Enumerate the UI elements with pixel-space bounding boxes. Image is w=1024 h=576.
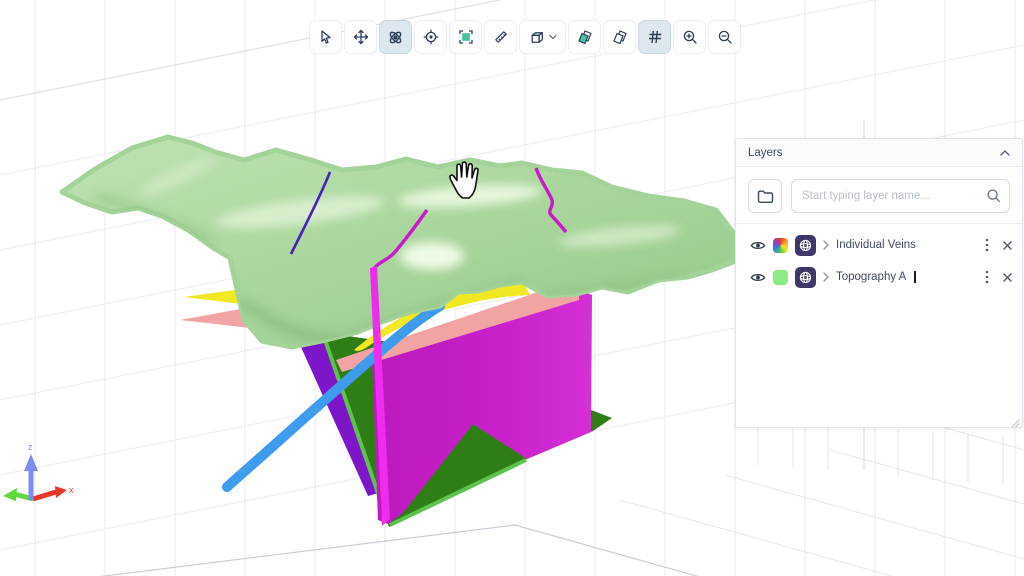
z-axis-arrow bbox=[24, 454, 38, 471]
orbit-tool-button[interactable] bbox=[379, 20, 412, 54]
extent-tool-button[interactable] bbox=[449, 20, 482, 54]
layers-search-row bbox=[736, 167, 1022, 224]
layer-name-label[interactable]: Individual Veins bbox=[836, 239, 916, 251]
layer-color-swatch-green[interactable] bbox=[773, 270, 788, 285]
layers-panel-header: Layers bbox=[736, 139, 1022, 167]
zoom-in-tool-button[interactable] bbox=[673, 20, 706, 54]
measure-tool-button[interactable] bbox=[484, 20, 517, 54]
panel-collapse-button[interactable] bbox=[1000, 150, 1010, 156]
layer-name-label-editing[interactable]: Topography A bbox=[836, 271, 906, 283]
viewport-toolbar bbox=[309, 20, 741, 54]
layer-row-topography[interactable]: Topography A bbox=[736, 261, 1022, 293]
axis-triad: z x bbox=[3, 442, 74, 501]
extent-box-icon bbox=[458, 29, 474, 45]
grid-icon bbox=[647, 29, 663, 45]
focus-tool-button[interactable] bbox=[414, 20, 447, 54]
layer-menu-kebab-icon[interactable] bbox=[985, 270, 989, 284]
orbit-icon bbox=[387, 29, 404, 46]
select-cursor-icon bbox=[318, 29, 334, 45]
grid-tool-button[interactable] bbox=[638, 20, 671, 54]
view-cube-tool-button[interactable] bbox=[519, 20, 566, 54]
select-tool-button[interactable] bbox=[309, 20, 342, 54]
layers-panel: Layers bbox=[735, 138, 1023, 428]
panel-resize-handle[interactable] bbox=[1010, 415, 1020, 425]
layer-row-individual-veins[interactable]: Individual Veins bbox=[736, 229, 1022, 261]
search-icon bbox=[986, 188, 1001, 203]
remove-layer-x-icon[interactable] bbox=[1003, 273, 1012, 282]
expand-chevron-icon[interactable] bbox=[823, 240, 829, 250]
y-axis-arrow bbox=[3, 488, 17, 501]
visibility-eye-icon[interactable] bbox=[750, 272, 766, 283]
z-axis-label: z bbox=[28, 442, 33, 452]
geology-model bbox=[62, 137, 735, 527]
focus-target-icon bbox=[423, 29, 439, 45]
slice-tool-button[interactable] bbox=[568, 20, 601, 54]
ruler-icon bbox=[493, 29, 509, 45]
zoom-out-tool-button[interactable] bbox=[708, 20, 741, 54]
expand-chevron-icon[interactable] bbox=[823, 272, 829, 282]
zoom-out-icon bbox=[717, 29, 733, 45]
remove-layer-x-icon[interactable] bbox=[1003, 241, 1012, 250]
slice-outline-tool-button[interactable] bbox=[603, 20, 636, 54]
mesh-object-icon[interactable] bbox=[795, 267, 816, 288]
x-axis-label: x bbox=[69, 485, 74, 495]
app-window: z x bbox=[0, 0, 1024, 576]
cube-icon bbox=[529, 29, 546, 46]
layer-search-input[interactable] bbox=[791, 179, 1010, 213]
pan-tool-button[interactable] bbox=[344, 20, 377, 54]
layer-menu-kebab-icon[interactable] bbox=[985, 238, 989, 252]
pan-arrows-icon bbox=[353, 29, 369, 45]
mesh-object-icon[interactable] bbox=[795, 235, 816, 256]
visibility-eye-icon[interactable] bbox=[750, 240, 766, 251]
open-folder-button[interactable] bbox=[748, 179, 782, 213]
x-axis-arrow bbox=[55, 486, 67, 498]
chevron-up-icon bbox=[1000, 150, 1010, 156]
text-caret bbox=[914, 271, 916, 283]
layer-list: Individual Veins bbox=[736, 224, 1022, 298]
layer-color-swatch-multicolor[interactable] bbox=[773, 238, 788, 253]
folder-icon bbox=[757, 189, 774, 204]
slice-planes-icon bbox=[577, 29, 593, 45]
chevron-down-icon bbox=[549, 34, 557, 40]
slice-planes-outline-icon bbox=[612, 29, 628, 45]
zoom-in-icon bbox=[682, 29, 698, 45]
layers-panel-title: Layers bbox=[748, 147, 783, 159]
topography-surface bbox=[62, 137, 735, 347]
